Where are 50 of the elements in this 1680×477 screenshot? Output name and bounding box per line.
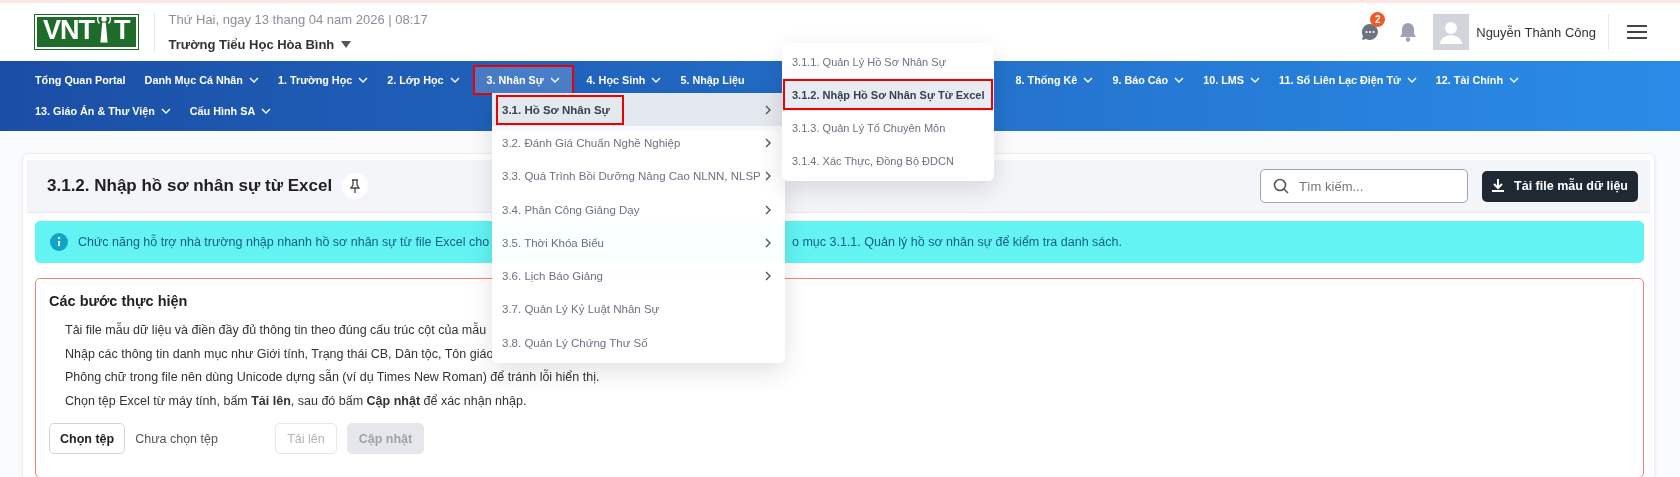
step-text: Nhập các thông tin danh mục như Giới tính, Trạng thái CB, Dân tộc, Tôn giáo,: [65, 346, 497, 361]
submenu-item[interactable]: 3.1.3. Quản Lý Tổ Chuyên Môn: [782, 111, 994, 144]
bell-icon[interactable]: [1399, 22, 1418, 42]
download-icon: [1492, 179, 1505, 193]
chat-icon[interactable]: [1361, 23, 1380, 41]
info-text: o mục 3.1.1. Quản lý hồ sơ nhân sự để kiểm tra danh sách.: [792, 235, 1122, 249]
menu-icon[interactable]: [1627, 24, 1647, 40]
nav-item[interactable]: 5. Nhập Liệu: [676, 66, 749, 93]
pin-icon: [349, 179, 362, 193]
user-name[interactable]: Nguyễn Thành Công: [1476, 24, 1596, 40]
search-icon: [1273, 178, 1290, 194]
nav-item[interactable]: 10. LMS: [1199, 66, 1264, 93]
choose-file-button[interactable]: Chọn tệp: [49, 423, 126, 454]
nav-item[interactable]: 8. Thống Kê: [1011, 66, 1098, 93]
nav-item[interactable]: 11. Sổ Liên Lạc Điện Tử: [1275, 66, 1421, 93]
menu-item[interactable]: 3.3. Quá Trình Bồi Dưỡng Nâng Cao NLNN, NLSP: [492, 159, 785, 193]
menu-item[interactable]: 3.2. Đánh Giá Chuẩn Nghề Nghiệp: [492, 126, 785, 160]
nav-item[interactable]: 13. Giáo Án & Thư Viện: [31, 97, 175, 124]
nav-item[interactable]: 9. Báo Cáo: [1108, 66, 1189, 93]
step-text: Phông chữ trong file nên dùng Unicode dựng sẵn (ví dụ Times New Roman) để tránh lỗi hiển thị.: [65, 370, 600, 384]
pin-button[interactable]: [342, 173, 369, 199]
logo: VNT T: [35, 15, 138, 49]
caret-icon: [341, 41, 352, 48]
info-text: Chức năng hỗ trợ nhà trường nhập nhanh hồ sơ nhân sự từ file Excel cho: [78, 235, 490, 249]
school-selector[interactable]: Trường Tiểu Học Hòa Bình: [168, 37, 428, 52]
step-text: Chọn tệp Excel từ máy tính, bấm Tải lên, sau đó bấm Cập nhật để xác nhận nhập.: [65, 393, 527, 408]
menu-item[interactable]: 3.1. Hồ Sơ Nhân Sự: [492, 93, 785, 127]
search-field[interactable]: Tìm kiếm...: [1260, 169, 1469, 203]
nav-item[interactable]: Cấu Hình SA: [185, 97, 276, 124]
submenu-item[interactable]: 3.1.4. Xác Thực, Đồng Bộ ĐDCN: [782, 144, 994, 177]
date-text: Thứ Hai, ngay 13 thang 04 nam 2026 | 08:17: [168, 12, 428, 27]
nav-item[interactable]: 3. Nhân Sự: [474, 66, 572, 93]
page-title: 3.1.2. Nhập hồ sơ nhân sự từ Excel: [47, 176, 333, 196]
menu-item[interactable]: 3.4. Phân Công Giảng Dạy: [492, 192, 785, 227]
nav-item[interactable]: 2. Lớp Học: [383, 66, 464, 93]
menu-item[interactable]: 3.6. Lịch Báo Giảng: [492, 259, 785, 293]
menu-item[interactable]: 3.5. Thời Khóa Biểu: [492, 226, 785, 260]
nav-item[interactable]: Danh Mục Cá Nhân: [140, 66, 263, 93]
nav-item[interactable]: 4. Học Sinh: [582, 66, 666, 93]
file-status: Chưa chọn tệp: [135, 431, 219, 446]
submenu-item[interactable]: 3.1.1. Quản Lý Hồ Sơ Nhân Sự: [782, 45, 994, 78]
step-text: Tải file mẫu dữ liệu và điền đầy đủ thông tin theo đúng cấu trúc cột của mẫu: [65, 323, 487, 337]
submenu-item[interactable]: 3.1.2. Nhập Hồ Sơ Nhân Sự Từ Excel: [782, 78, 994, 111]
menu-item[interactable]: 3.7. Quản Lý Kỷ Luật Nhân Sự: [492, 292, 785, 327]
download-button[interactable]: Tải file mẫu dữ liệu: [1482, 170, 1638, 202]
nav-item[interactable]: 1. Trường Học: [273, 66, 373, 93]
info-icon: [50, 233, 68, 251]
nav-item[interactable]: 12. Tài Chính: [1431, 66, 1524, 93]
notification-badge: 2: [1370, 12, 1386, 27]
nav-item[interactable]: Tổng Quan Portal: [31, 66, 130, 93]
